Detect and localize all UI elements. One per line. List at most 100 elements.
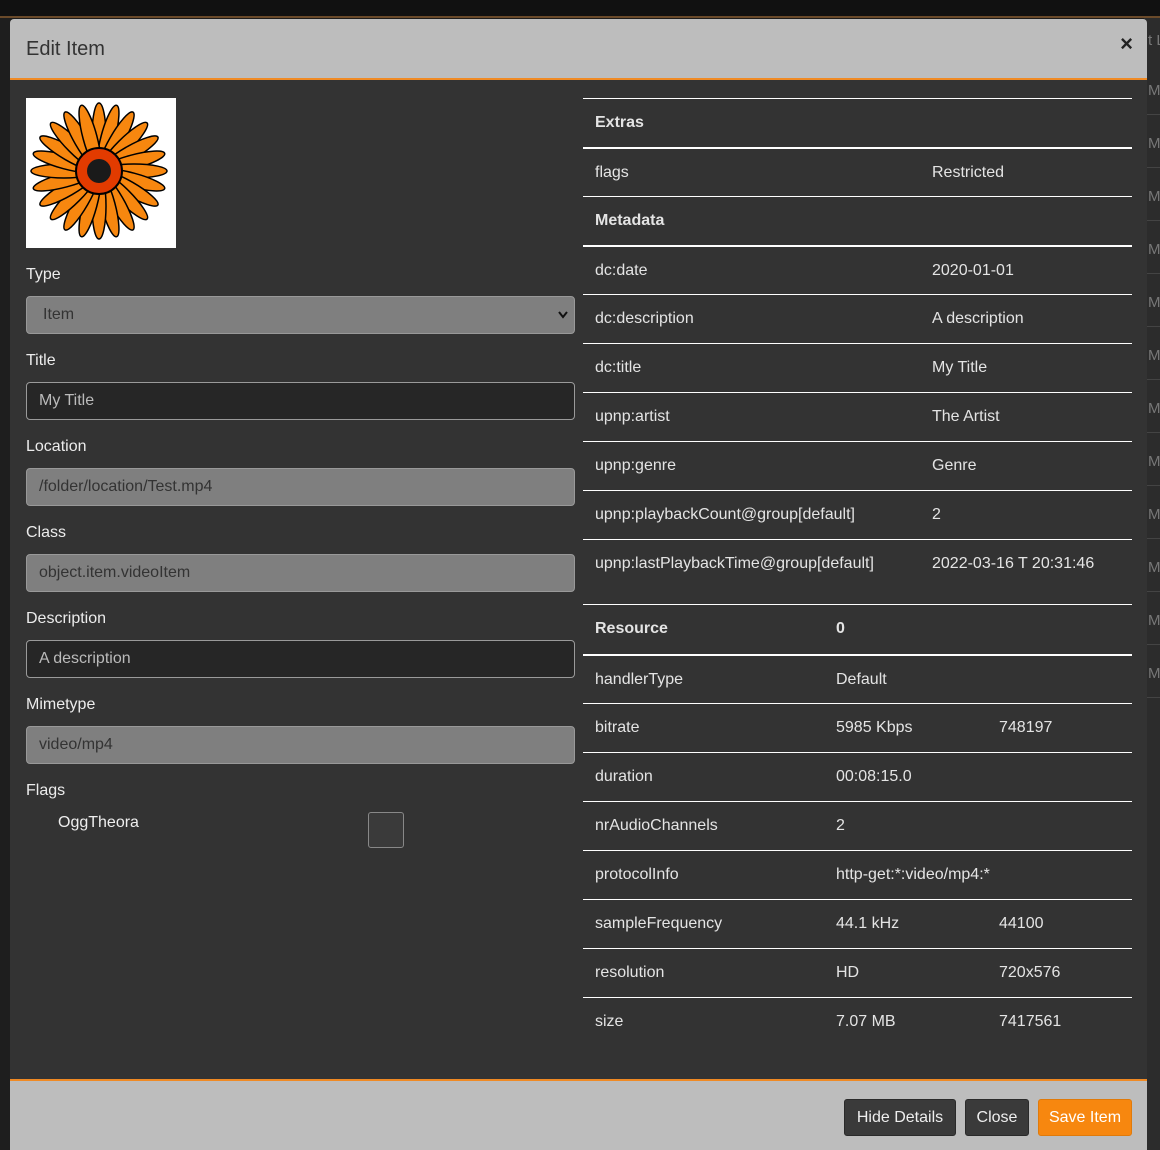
- chevron-down-icon: [558, 297, 568, 347]
- metadata-row: dc:description A description: [583, 294, 1132, 343]
- mimetype-input: video/mp4: [26, 726, 575, 764]
- title-label: Title: [26, 352, 56, 369]
- background-text: M: [1148, 559, 1160, 576]
- metadata-value: 2020-01-01: [932, 262, 1014, 279]
- location-label: Location: [26, 438, 87, 455]
- metadata-row: upnp:genre Genre: [583, 441, 1132, 490]
- resource-value: 5985 Kbps: [836, 719, 913, 736]
- metadata-value: Genre: [932, 457, 977, 474]
- metadata-value: 2: [932, 506, 941, 523]
- background-text: M: [1148, 400, 1160, 417]
- resource-key: resolution: [595, 964, 665, 981]
- metadata-value: My Title: [932, 359, 988, 376]
- flags-label: Flags: [26, 782, 66, 799]
- metadata-key: upnp:lastPlaybackTime@group[default]: [595, 555, 874, 572]
- metadata-value: The Artist: [932, 408, 1000, 425]
- resource-value: 00:08:15.0: [836, 768, 912, 785]
- resource-raw: 720x576: [999, 964, 1061, 981]
- resource-heading-row: Resource 0: [583, 604, 1132, 654]
- resource-raw: 748197: [999, 719, 1053, 736]
- background-text: M: [1148, 188, 1160, 205]
- metadata-row: dc:date 2020-01-01: [583, 245, 1132, 294]
- resource-value: 2: [836, 817, 845, 834]
- metadata-key: upnp:genre: [595, 457, 676, 474]
- mimetype-label: Mimetype: [26, 696, 96, 713]
- description-label: Description: [26, 610, 107, 627]
- modal-header: Edit Item ×: [10, 19, 1147, 80]
- resource-row: resolution HD 720x576: [583, 948, 1132, 997]
- type-label: Type: [26, 266, 61, 283]
- resource-key: bitrate: [595, 719, 640, 736]
- location-input: /folder/location/Test.mp4: [26, 468, 575, 506]
- background-text: t L: [1148, 32, 1160, 49]
- close-button[interactable]: Close: [965, 1099, 1029, 1136]
- metadata-key: upnp:artist: [595, 408, 670, 425]
- item-thumbnail: [26, 98, 176, 248]
- resource-key: duration: [595, 768, 653, 785]
- resource-row: sampleFrequency 44.1 kHz 44100: [583, 899, 1132, 948]
- flag-oggtheora-checkbox[interactable]: [368, 812, 404, 848]
- resource-key: size: [595, 1013, 624, 1030]
- resource-row: size 7.07 MB 7417561: [583, 997, 1132, 1046]
- extras-heading: Extras: [595, 114, 644, 131]
- app-top-bar: [0, 0, 1160, 18]
- class-input: object.item.videoItem: [26, 554, 575, 592]
- type-select[interactable]: Item: [26, 296, 575, 334]
- metadata-key: upnp:playbackCount@group[default]: [595, 506, 855, 523]
- modal-title: Edit Item: [26, 38, 105, 60]
- resource-key: protocolInfo: [595, 866, 679, 883]
- title-input[interactable]: My Title: [26, 382, 575, 420]
- metadata-value: 2022-03-16 T 20:31:46: [932, 555, 1095, 572]
- resource-row: protocolInfo http-get:*:video/mp4:*: [583, 850, 1132, 899]
- extras-row: flags Restricted: [583, 147, 1132, 196]
- background-text: M: [1148, 665, 1160, 682]
- metadata-value: A description: [932, 310, 1024, 327]
- hide-details-button[interactable]: Hide Details: [844, 1099, 956, 1136]
- metadata-row: upnp:lastPlaybackTime@group[default] 202…: [583, 539, 1132, 588]
- background-text: M: [1148, 135, 1160, 152]
- resource-raw: 7417561: [999, 1013, 1062, 1030]
- metadata-heading-row: Metadata: [583, 196, 1132, 245]
- save-item-button[interactable]: Save Item: [1038, 1099, 1132, 1136]
- background-text: M: [1148, 612, 1160, 629]
- description-input[interactable]: A description: [26, 640, 575, 678]
- background-text: M: [1148, 294, 1160, 311]
- resource-row: handlerType Default: [583, 654, 1132, 703]
- resource-value: 44.1 kHz: [836, 915, 900, 932]
- resource-index: 0: [836, 620, 845, 637]
- modal-footer: Hide Details Close Save Item: [10, 1079, 1147, 1150]
- metadata-heading: Metadata: [595, 212, 665, 229]
- close-icon[interactable]: ×: [1120, 33, 1133, 55]
- extras-heading-row: Extras: [583, 98, 1132, 147]
- background-text: M: [1148, 347, 1160, 364]
- resource-value: HD: [836, 964, 860, 981]
- resource-heading: Resource: [595, 620, 668, 637]
- metadata-row: upnp:artist The Artist: [583, 392, 1132, 441]
- background-text: M: [1148, 506, 1160, 523]
- type-select-value: Item: [43, 306, 75, 323]
- flag-oggtheora-label: OggTheora: [58, 814, 139, 831]
- flower-icon: [30, 102, 168, 240]
- resource-value: http-get:*:video/mp4:*: [836, 866, 990, 883]
- resource-value: Default: [836, 671, 887, 688]
- extras-key: flags: [595, 164, 629, 181]
- metadata-row: dc:title My Title: [583, 343, 1132, 392]
- resource-value: 7.07 MB: [836, 1013, 896, 1030]
- resource-key: nrAudioChannels: [595, 817, 718, 834]
- background-text: M: [1148, 453, 1160, 470]
- metadata-key: dc:description: [595, 310, 694, 327]
- metadata-key: dc:date: [595, 262, 648, 279]
- resource-row: nrAudioChannels 2: [583, 801, 1132, 850]
- metadata-row: upnp:playbackCount@group[default] 2: [583, 490, 1132, 539]
- resource-row: bitrate 5985 Kbps 748197: [583, 703, 1132, 752]
- metadata-key: dc:title: [595, 359, 642, 376]
- resource-row: duration 00:08:15.0: [583, 752, 1132, 801]
- background-text: M: [1148, 82, 1160, 99]
- background-text: M: [1148, 241, 1160, 258]
- resource-key: handlerType: [595, 671, 684, 688]
- resource-raw: 44100: [999, 915, 1044, 932]
- resource-key: sampleFrequency: [595, 915, 723, 932]
- edit-item-modal: Edit Item × Type Item Title My Title Loc…: [10, 19, 1147, 1150]
- class-label: Class: [26, 524, 67, 541]
- extras-value: Restricted: [932, 164, 1005, 181]
